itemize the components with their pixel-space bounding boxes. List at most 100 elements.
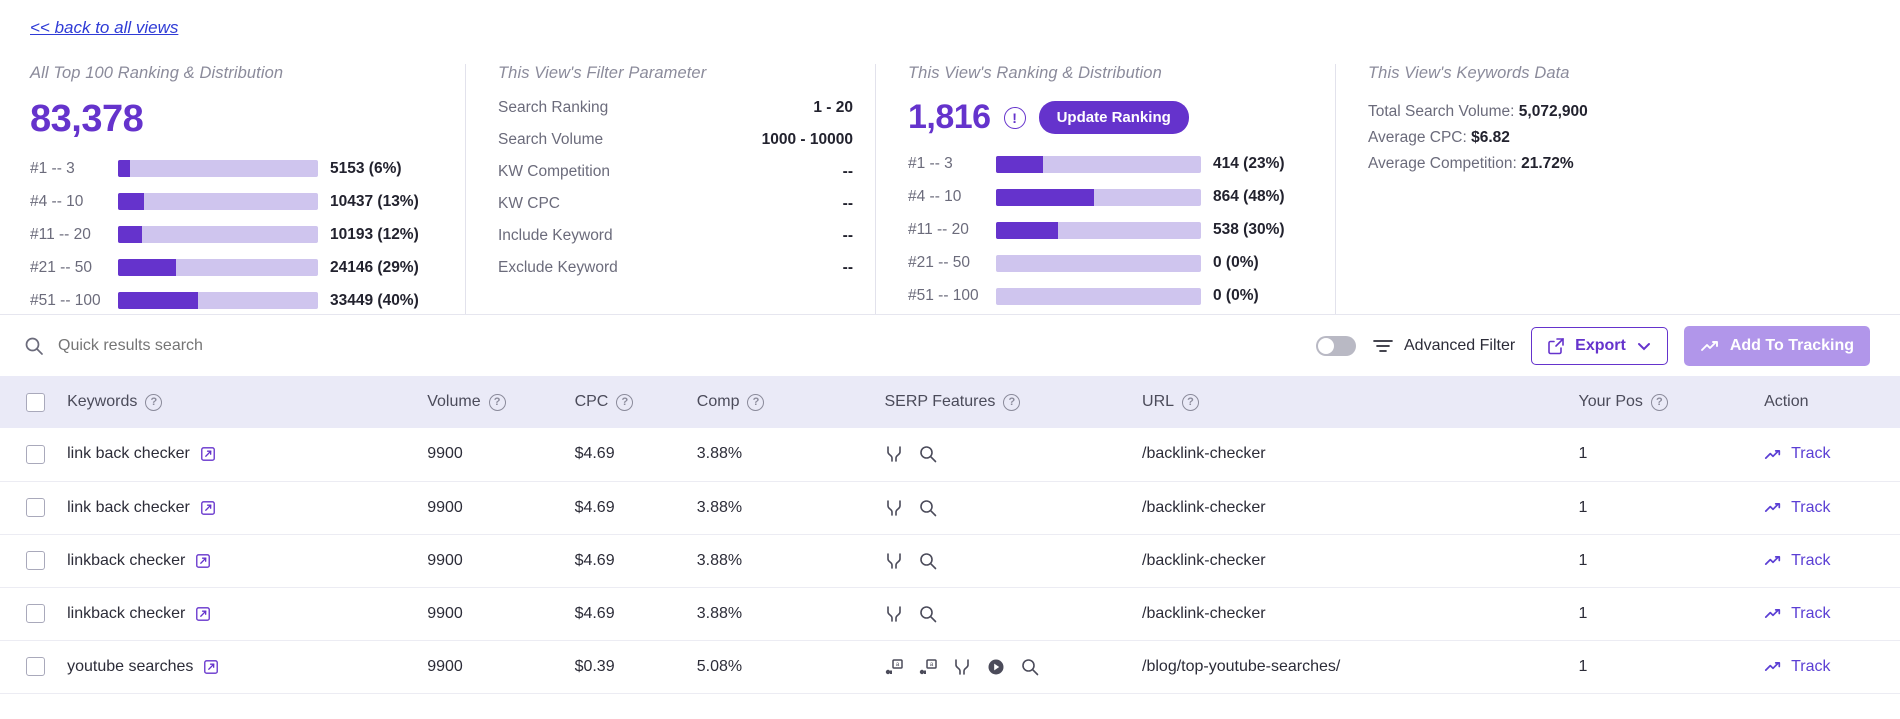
search-input[interactable] bbox=[58, 336, 478, 355]
table-row[interactable]: linkback checker 9900 $4.69 3.88% /backlink-… bbox=[0, 587, 1900, 641]
row-checkbox[interactable] bbox=[26, 604, 45, 623]
keywords-data-list: Total Search Volume: 5,072,900 Average C… bbox=[1368, 99, 1855, 177]
back-to-all-views-link[interactable]: << back to all views bbox=[30, 18, 178, 37]
distribution-value: 33449 (40%) bbox=[330, 291, 419, 309]
search-icon[interactable] bbox=[918, 604, 938, 624]
results-toolbar: Advanced Filter Export bbox=[0, 314, 1900, 376]
export-button[interactable]: Export bbox=[1531, 326, 1668, 365]
url-cell[interactable]: /backlink-checker bbox=[1136, 587, 1573, 641]
select-all-checkbox[interactable] bbox=[26, 392, 45, 412]
serp-features-cell bbox=[878, 587, 1137, 641]
search-icon bbox=[24, 336, 44, 356]
track-button[interactable]: Track bbox=[1764, 658, 1894, 676]
search-icon[interactable] bbox=[918, 444, 938, 464]
ad-icon[interactable]: a bbox=[884, 657, 904, 677]
toolbar-actions: Advanced Filter Export Add To Tracking bbox=[1316, 325, 1870, 366]
open-external-icon[interactable] bbox=[203, 659, 219, 675]
video-icon[interactable] bbox=[986, 657, 1006, 677]
header-volume[interactable]: Volume? bbox=[421, 376, 569, 428]
table-row[interactable]: linkback checker 9900 $4.69 3.88% /backlink-… bbox=[0, 534, 1900, 588]
open-external-icon[interactable] bbox=[195, 606, 211, 622]
average-cpc-value: $6.82 bbox=[1471, 129, 1510, 146]
update-ranking-button[interactable]: Update Ranking bbox=[1038, 101, 1189, 135]
track-button[interactable]: Track bbox=[1764, 445, 1894, 463]
comp-cell: 3.88% bbox=[690, 481, 879, 535]
action-cell: Track bbox=[1758, 640, 1900, 694]
url-cell[interactable]: /blog/top-youtube-searches/ bbox=[1136, 640, 1573, 694]
sitelinks-icon[interactable] bbox=[884, 498, 904, 518]
track-button[interactable]: Track bbox=[1764, 552, 1894, 570]
row-checkbox[interactable] bbox=[26, 498, 45, 517]
filter-parameter-row: KW Competition -- bbox=[498, 163, 853, 195]
filter-key: Search Ranking bbox=[498, 99, 609, 116]
sitelinks-icon[interactable] bbox=[884, 444, 904, 464]
distribution-value: 414 (23%) bbox=[1213, 155, 1285, 173]
keyword-cell: link back checker bbox=[61, 481, 422, 535]
action-cell: Track bbox=[1758, 534, 1900, 588]
header-url[interactable]: URL? bbox=[1136, 376, 1573, 428]
help-icon[interactable]: ? bbox=[747, 393, 765, 411]
track-button[interactable]: Track bbox=[1764, 605, 1894, 623]
warning-icon[interactable]: ! bbox=[1003, 106, 1026, 129]
header-cell-inner: CPC? bbox=[575, 393, 685, 411]
serp-icon-group bbox=[884, 551, 1130, 571]
table-row[interactable]: link back checker 9900 $4.69 3.88% /backlink… bbox=[0, 481, 1900, 535]
help-icon[interactable]: ? bbox=[1182, 393, 1200, 411]
header-comp[interactable]: Comp? bbox=[690, 376, 879, 428]
help-icon[interactable]: ? bbox=[616, 393, 634, 411]
distribution-label: #11 -- 20 bbox=[908, 221, 969, 239]
distribution-bar-track bbox=[118, 226, 318, 244]
ad-icon[interactable]: a bbox=[918, 657, 938, 677]
total-search-volume-label: Total Search Volume: bbox=[1368, 103, 1515, 120]
help-icon[interactable]: ? bbox=[488, 393, 506, 411]
results-toggle[interactable] bbox=[1316, 335, 1356, 356]
help-icon[interactable]: ? bbox=[145, 393, 163, 411]
select-all-header bbox=[0, 376, 62, 428]
volume-cell: 9900 bbox=[421, 428, 569, 482]
row-checkbox[interactable] bbox=[26, 551, 45, 570]
advanced-filter-button[interactable]: Advanced Filter bbox=[1372, 337, 1515, 355]
open-external-icon[interactable] bbox=[200, 500, 216, 516]
row-checkbox[interactable] bbox=[26, 657, 45, 676]
chevron-down-icon[interactable] bbox=[1636, 340, 1652, 352]
header-cpc[interactable]: CPC? bbox=[568, 376, 691, 428]
trend-up-icon bbox=[1764, 501, 1782, 514]
table-row[interactable]: youtube searches 9900 $0.39 5.08% a a/blog/to… bbox=[0, 640, 1900, 694]
sitelinks-icon[interactable] bbox=[884, 604, 904, 624]
open-external-icon[interactable] bbox=[195, 553, 211, 569]
keyword-text: linkback checker bbox=[67, 604, 186, 622]
serp-icon-group: aa bbox=[884, 657, 1130, 677]
sitelinks-icon[interactable] bbox=[884, 551, 904, 571]
table-head: Keywords? Volume? CPC? Comp? SERP Featur… bbox=[0, 376, 1900, 428]
header-your-pos[interactable]: Your Pos? bbox=[1572, 376, 1759, 428]
sitelinks-icon[interactable] bbox=[952, 657, 972, 677]
header-serp-features[interactable]: SERP Features? bbox=[878, 376, 1137, 428]
distribution-bar-fill bbox=[996, 221, 1058, 239]
distribution-value: 10437 (13%) bbox=[330, 192, 419, 210]
open-external-icon[interactable] bbox=[200, 446, 216, 462]
url-cell[interactable]: /backlink-checker bbox=[1136, 428, 1573, 482]
serp-icon-group bbox=[884, 604, 1130, 624]
distribution-bar-track bbox=[118, 292, 318, 310]
average-cpc-label: Average CPC: bbox=[1368, 129, 1467, 146]
panel-keywords-data: This View's Keywords Data Total Search V… bbox=[1335, 64, 1855, 314]
your-pos-cell: 1 bbox=[1572, 534, 1759, 588]
url-cell[interactable]: /backlink-checker bbox=[1136, 534, 1573, 588]
search-icon[interactable] bbox=[1020, 657, 1040, 677]
search-icon[interactable] bbox=[918, 551, 938, 571]
search-icon[interactable] bbox=[918, 498, 938, 518]
track-button[interactable]: Track bbox=[1764, 499, 1894, 517]
distribution-bar-track bbox=[118, 193, 318, 211]
table-header-row: Keywords? Volume? CPC? Comp? SERP Featur… bbox=[0, 376, 1900, 428]
header-keywords[interactable]: Keywords? bbox=[61, 376, 422, 428]
url-cell[interactable]: /backlink-checker bbox=[1136, 481, 1573, 535]
help-icon[interactable]: ? bbox=[1650, 393, 1668, 411]
filter-icon bbox=[1372, 337, 1394, 355]
keyword-text: linkback checker bbox=[67, 551, 186, 569]
table-row[interactable]: link back checker 9900 $4.69 3.88% /backlink… bbox=[0, 428, 1900, 482]
help-icon[interactable]: ? bbox=[1003, 393, 1021, 411]
header-label: CPC bbox=[574, 393, 609, 410]
cpc-cell: $4.69 bbox=[568, 481, 691, 535]
row-checkbox[interactable] bbox=[26, 444, 45, 464]
add-to-tracking-button[interactable]: Add To Tracking bbox=[1683, 325, 1870, 366]
